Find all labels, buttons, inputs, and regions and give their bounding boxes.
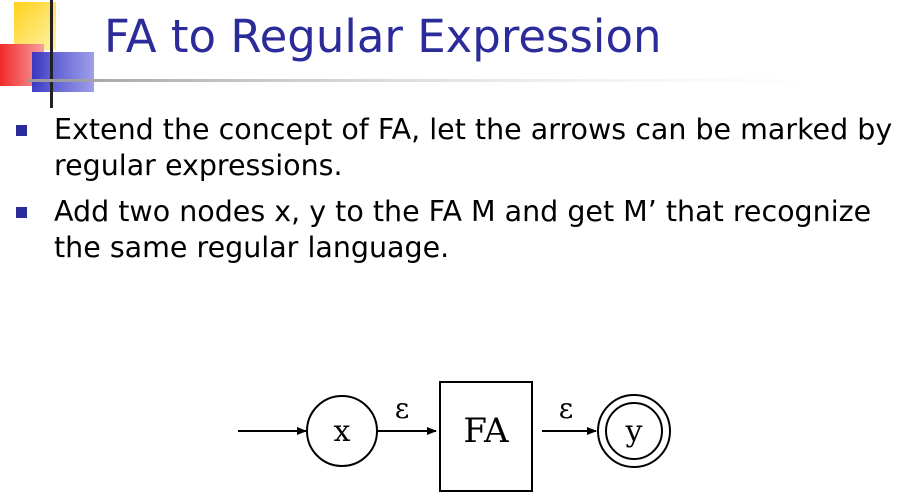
bullet-item: Add two nodes x, y to the FA M and get M… (16, 194, 906, 266)
slide-title: FA to Regular Expression (104, 10, 662, 63)
fa-box-label: FA (463, 411, 509, 451)
decor-blue-square (32, 52, 94, 92)
fa-diagram: x ε FA ε y (238, 381, 671, 492)
decor-yellow-square (14, 2, 56, 50)
square-bullet-icon (16, 207, 27, 218)
accept-state-label: y (625, 414, 643, 449)
bullet-text: Extend the concept of FA, let the arrows… (54, 113, 893, 182)
epsilon-out-label: ε (559, 392, 574, 425)
start-state-label: x (334, 414, 351, 449)
bullet-text: Add two nodes x, y to the FA M and get M… (54, 195, 872, 264)
bullet-list: Extend the concept of FA, let the arrows… (16, 112, 906, 276)
decor-horizontal-rule (28, 79, 913, 82)
epsilon-in-label: ε (395, 392, 410, 425)
bullet-item: Extend the concept of FA, let the arrows… (16, 112, 906, 184)
square-bullet-icon (16, 125, 27, 136)
decor-vertical-rule (50, 0, 53, 108)
